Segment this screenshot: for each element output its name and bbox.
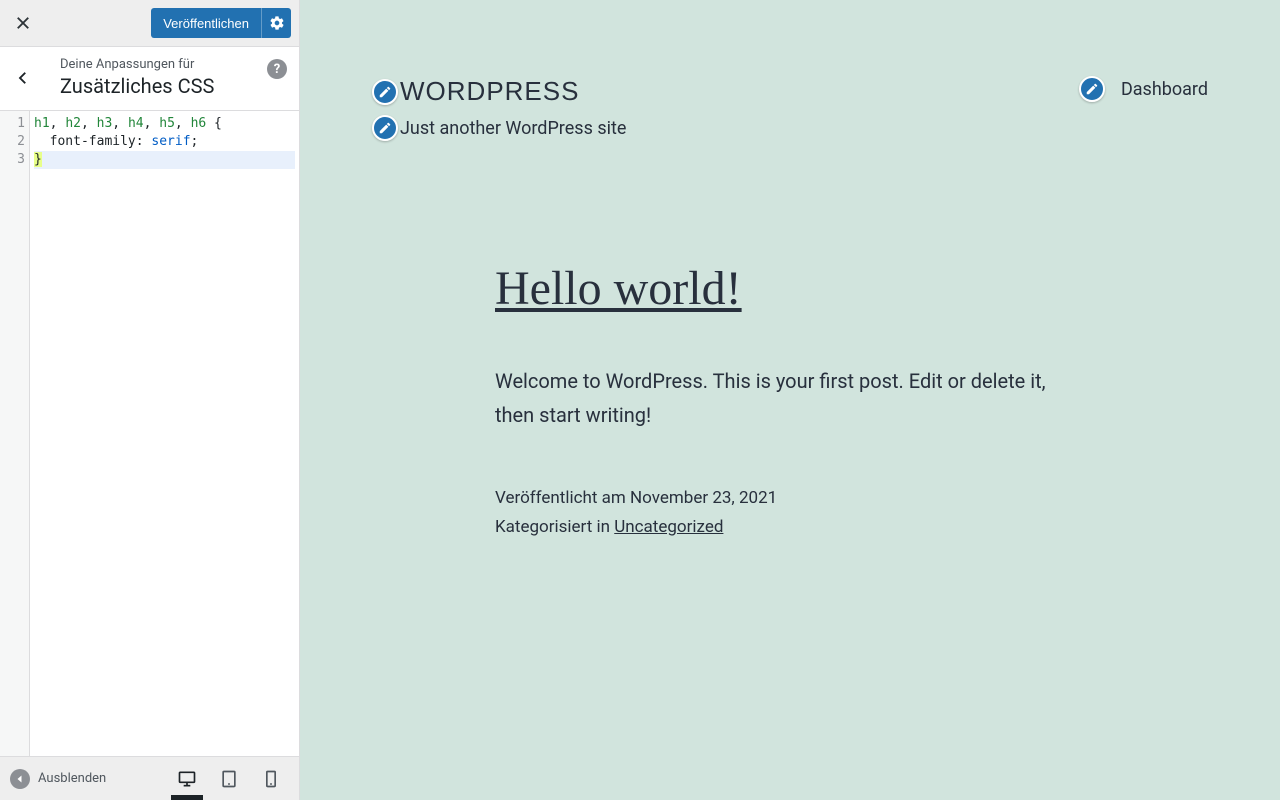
publish-area: Veröffentlichen (151, 8, 291, 38)
pencil-icon (378, 85, 392, 99)
heading-pretitle: Deine Anpassungen für (60, 57, 289, 72)
post-body: Welcome to WordPress. This is your first… (495, 364, 1085, 432)
post-published: Veröffentlicht am November 23, 2021 (495, 484, 1085, 513)
chevron-left-icon (14, 69, 32, 87)
code-line: } (34, 151, 295, 169)
pencil-icon (378, 121, 392, 135)
gear-icon (269, 15, 285, 31)
close-button[interactable] (0, 0, 46, 46)
customizer-panel: Veröffentlichen Deine Anpassungen für Zu… (0, 0, 300, 800)
code-line: font-family: serif; (34, 133, 295, 151)
publish-button[interactable]: Veröffentlichen (151, 8, 261, 38)
edit-shortcut-title[interactable] (372, 79, 398, 105)
editor-code[interactable]: h1, h2, h3, h4, h5, h6 { font-family: se… (30, 111, 299, 756)
site-branding: WORDPRESS Just another WordPress site (372, 76, 626, 141)
desktop-icon (177, 769, 197, 789)
post: Hello world! Welcome to WordPress. This … (485, 261, 1095, 542)
pencil-icon (1085, 82, 1099, 96)
post-meta: Veröffentlicht am November 23, 2021 Kate… (495, 484, 1085, 542)
edit-shortcut-tagline[interactable] (372, 115, 398, 141)
editor-gutter: 1 2 3 (0, 111, 30, 756)
post-date: November 23, 2021 (630, 488, 777, 508)
line-number: 3 (0, 151, 25, 169)
line-number: 1 (0, 115, 25, 133)
mobile-icon (261, 769, 281, 789)
site-tagline: Just another WordPress site (400, 118, 626, 139)
post-category-link[interactable]: Uncategorized (614, 517, 723, 537)
heading-text: Deine Anpassungen für Zusätzliches CSS (46, 57, 289, 98)
help-icon: ? (274, 62, 280, 77)
line-number: 2 (0, 133, 25, 151)
panel-heading: Deine Anpassungen für Zusätzliches CSS ? (0, 47, 299, 111)
panel-footer: Ausblenden (0, 756, 299, 800)
collapse-label: Ausblenden (38, 771, 106, 786)
device-desktop-button[interactable] (167, 759, 207, 799)
site-title[interactable]: WORDPRESS (400, 76, 579, 107)
back-button[interactable] (0, 57, 46, 98)
edit-shortcut-nav[interactable] (1079, 76, 1105, 102)
collapse-icon (10, 769, 30, 789)
code-line: h1, h2, h3, h4, h5, h6 { (34, 115, 295, 133)
panel-top-bar: Veröffentlichen (0, 0, 299, 47)
site-header: WORDPRESS Just another WordPress site Da… (300, 0, 1280, 141)
heading-title: Zusätzliches CSS (60, 74, 289, 98)
help-button[interactable]: ? (267, 59, 287, 79)
device-switcher (167, 759, 291, 799)
device-tablet-button[interactable] (209, 759, 249, 799)
tablet-icon (219, 769, 239, 789)
preview-frame: WORDPRESS Just another WordPress site Da… (300, 0, 1280, 800)
publish-settings-button[interactable] (261, 8, 291, 38)
collapse-toggle[interactable]: Ausblenden (10, 769, 106, 789)
post-categorized: Kategorisiert in Uncategorized (495, 513, 1085, 542)
post-title[interactable]: Hello world! (495, 261, 1085, 316)
device-mobile-button[interactable] (251, 759, 291, 799)
site-nav: Dashboard (1079, 76, 1208, 102)
css-editor[interactable]: 1 2 3 h1, h2, h3, h4, h5, h6 { font-fami… (0, 111, 299, 756)
close-icon (14, 14, 32, 32)
nav-link-dashboard[interactable]: Dashboard (1121, 79, 1208, 100)
